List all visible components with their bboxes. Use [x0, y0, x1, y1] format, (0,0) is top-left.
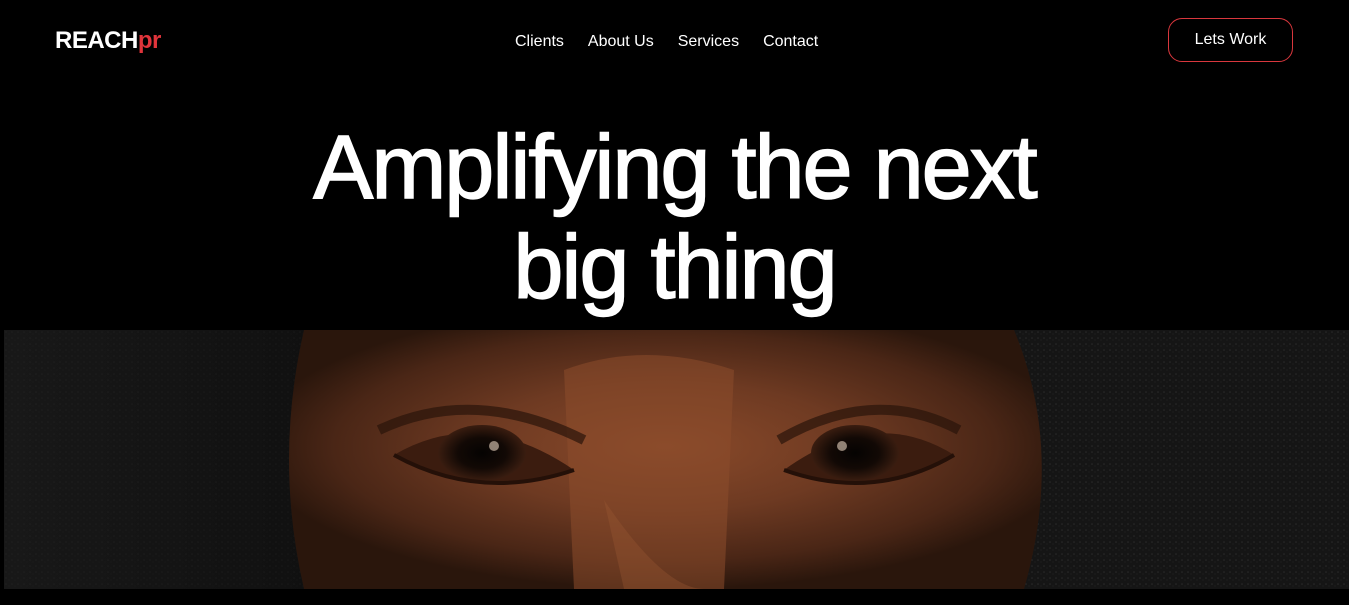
face-closeup-image	[4, 330, 1349, 589]
hero-title-line-1: Amplifying the next	[313, 117, 1039, 219]
main-nav: Clients About Us Services Contact	[515, 32, 818, 52]
nav-link-about-us[interactable]: About Us	[588, 32, 654, 52]
logo-text-main: REACH	[55, 27, 138, 54]
hero-title: Amplifying the next big thing	[0, 117, 1349, 319]
hero-title-line-2: big thing	[513, 217, 839, 319]
nav-link-contact[interactable]: Contact	[763, 32, 818, 52]
nav-link-clients[interactable]: Clients	[515, 32, 564, 52]
landing-page: REACHpr Clients About Us Services Contac…	[0, 0, 1349, 605]
lets-work-button[interactable]: Lets Work	[1168, 18, 1293, 62]
hero-photo	[4, 330, 1349, 589]
logo-text-accent: pr	[137, 27, 162, 54]
site-header: REACHpr Clients About Us Services Contac…	[0, 0, 1349, 84]
nav-link-services[interactable]: Services	[678, 32, 739, 52]
brand-logo[interactable]: REACHpr	[55, 27, 161, 55]
